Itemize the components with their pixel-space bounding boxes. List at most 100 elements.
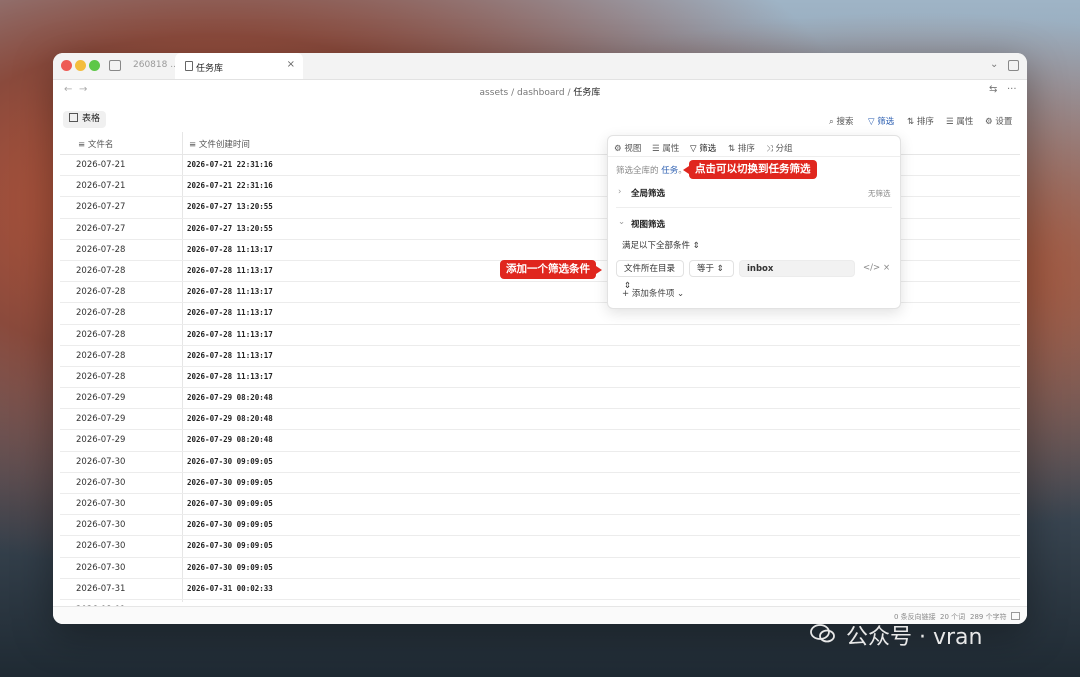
- table-row[interactable]: 2026-07-29 2026-07-29 08:20:48: [60, 409, 1020, 431]
- cell-filename[interactable]: 2026-07-30: [76, 478, 125, 488]
- table-row[interactable]: 2026-07-30 2026-07-30 09:09:05: [60, 558, 1020, 579]
- tab-close-button[interactable]: ×: [287, 59, 295, 70]
- layout-icon[interactable]: [1011, 612, 1020, 620]
- list-icon: ☰: [652, 144, 663, 154]
- view-filter-label[interactable]: 视图筛选: [631, 218, 665, 230]
- cell-filename[interactable]: 2026-07-30: [76, 563, 125, 573]
- table-row[interactable]: 2026-07-29 2026-07-29 08:20:48: [60, 388, 1020, 410]
- sort-button[interactable]: ⇅ 排序: [907, 115, 934, 127]
- table-row[interactable]: 2026-07-29 2026-07-29 08:20:48: [60, 430, 1020, 452]
- column-header-filename[interactable]: ≡ 文件名: [78, 138, 113, 150]
- popover-tab-view[interactable]: ⚙ 视图: [614, 142, 641, 154]
- code-icon[interactable]: </>: [863, 263, 880, 273]
- popover-tab-sort[interactable]: ⇅ 排序: [728, 142, 755, 154]
- filter-scope-link[interactable]: 任务: [661, 166, 678, 176]
- cell-filename[interactable]: 2026-07-27: [76, 202, 125, 212]
- sort-label: 排序: [916, 117, 934, 127]
- chevron-right-icon[interactable]: ›: [618, 187, 621, 197]
- cell-filename[interactable]: 2026-07-21: [76, 181, 125, 191]
- table-row[interactable]: 2026-07-31 2026-07-31 00:02:33: [60, 579, 1020, 600]
- cell-filename[interactable]: 2026-07-21: [76, 160, 125, 170]
- cell-filename[interactable]: 2026-07-30: [76, 520, 125, 530]
- grid-icon: [69, 113, 78, 122]
- cell-filename[interactable]: 2026-07-28: [76, 266, 125, 276]
- condition-field-select[interactable]: 文件所在目录 ⇕: [616, 260, 684, 291]
- chevron-down-icon[interactable]: ⌄: [990, 59, 998, 70]
- wechat-logo-icon: [810, 624, 835, 643]
- cell-filename[interactable]: 2026-07-28: [76, 308, 125, 318]
- cell-created-time: 2026-07-28 11:13:17: [187, 329, 273, 339]
- popover-tab-group[interactable]: ⤨ 分组: [766, 142, 793, 154]
- search-button[interactable]: ⌕ 搜索: [829, 115, 853, 127]
- match-mode-select[interactable]: 满足以下全部条件 ⇕: [622, 239, 700, 251]
- filter-label: 筛选: [877, 117, 895, 127]
- cell-created-time: 2026-07-21 22:31:16: [187, 160, 273, 169]
- settings-button[interactable]: ⚙ 设置: [985, 115, 1012, 127]
- sliders-icon[interactable]: ⇆: [989, 84, 997, 95]
- more-icon[interactable]: ···: [1007, 84, 1017, 95]
- gear-icon: ⚙: [985, 117, 996, 127]
- breadcrumb-current: 任务库: [573, 88, 601, 98]
- breadcrumb-assets[interactable]: assets: [480, 88, 509, 98]
- cell-created-time: 2026-07-21 22:31:16: [187, 181, 273, 191]
- cell-filename[interactable]: 2026-07-27: [76, 224, 125, 234]
- cell-filename[interactable]: 2026-07-29: [76, 393, 125, 403]
- cell-filename[interactable]: 2026-07-30: [76, 457, 125, 467]
- cell-filename[interactable]: 2026-07-28: [76, 245, 125, 255]
- cell-filename[interactable]: 2026-07-30: [76, 499, 125, 509]
- cell-filename[interactable]: 2026-07-30: [76, 541, 125, 551]
- breadcrumb-dashboard[interactable]: dashboard: [517, 88, 565, 98]
- cell-filename[interactable]: 2026-07-29: [76, 435, 125, 445]
- cell-filename[interactable]: 2026-07-28: [76, 351, 125, 361]
- table-row[interactable]: 2026-07-30 2026-07-30 09:09:05: [60, 494, 1020, 516]
- zoom-window-button[interactable]: [89, 60, 100, 71]
- condition-value-input[interactable]: inbox: [739, 260, 855, 277]
- table-row[interactable]: 2026-07-28 2026-07-28 11:13:17: [60, 346, 1020, 367]
- filter-icon: ▽: [868, 117, 878, 127]
- properties-label: 属性: [956, 117, 974, 127]
- remove-condition-button[interactable]: ×: [883, 263, 890, 273]
- tab-inactive[interactable]: 260818 ...: [133, 60, 179, 70]
- divider: [608, 156, 900, 157]
- properties-button[interactable]: ☰ 属性: [946, 115, 973, 127]
- table-row[interactable]: 2026-07-28 2026-07-28 11:13:17: [60, 325, 1020, 346]
- table-row[interactable]: 2026-07-30 2026-07-30 09:09:05: [60, 515, 1020, 537]
- cell-filename[interactable]: 2026-07-28: [76, 330, 125, 340]
- popover-tab-properties[interactable]: ☰ 属性: [652, 142, 679, 154]
- popover-tab-label: 属性: [662, 144, 680, 154]
- gear-icon: ⚙: [614, 144, 625, 154]
- table-row[interactable]: 2026-07-28 2026-07-28 11:13:17: [60, 367, 1020, 389]
- popover-tab-filter[interactable]: ▽ 筛选: [690, 142, 716, 154]
- document-icon: [185, 61, 193, 71]
- popover-tab-label: 视图: [624, 144, 642, 154]
- filter-scope-prefix: 筛选全库的: [616, 166, 659, 176]
- add-condition-button[interactable]: + 添加条件项 ⌄: [622, 287, 684, 299]
- sidebar-toggle-icon[interactable]: [109, 60, 121, 71]
- cell-filename[interactable]: 2026-07-29: [76, 414, 125, 424]
- global-filter-label[interactable]: 全局筛选: [631, 187, 665, 199]
- cell-filename[interactable]: 2026-07-31: [76, 584, 125, 594]
- cell-filename[interactable]: 2026-07-28: [76, 372, 125, 382]
- right-sidebar-toggle-icon[interactable]: [1008, 60, 1019, 71]
- close-window-button[interactable]: [61, 60, 72, 71]
- condition-operator-label: 等于: [697, 264, 715, 274]
- filter-button[interactable]: ▽ 筛选: [868, 115, 894, 127]
- cell-created-time: 2026-07-30 09:09:05: [187, 520, 273, 530]
- condition-operator-select[interactable]: 等于 ⇕: [689, 260, 734, 277]
- view-selector-label: 表格: [82, 114, 101, 124]
- chevron-down-icon[interactable]: ⌄: [618, 217, 625, 227]
- minimize-window-button[interactable]: [75, 60, 86, 71]
- select-caret-icon: ⇕: [714, 264, 724, 274]
- cell-created-time: 2026-07-28 11:13:17: [187, 244, 273, 254]
- callout-switch-hint: 点击可以切换到任务筛选: [683, 160, 817, 179]
- column-header-created[interactable]: ≡ 文件创建时间: [189, 138, 250, 150]
- tab-active[interactable]: 任务库 ×: [175, 53, 303, 79]
- table-row[interactable]: 2026-07-30 2026-07-30 09:09:05: [60, 452, 1020, 473]
- cell-filename[interactable]: 2026-07-28: [76, 287, 125, 297]
- view-selector-button[interactable]: 表格: [63, 111, 107, 128]
- text-lines-icon: ≡: [78, 140, 88, 150]
- cell-created-time: 2026-07-29 08:20:48: [187, 414, 273, 424]
- app-window: 260818 ... 任务库 × ⌄ ← → assets / dashboar…: [53, 53, 1027, 624]
- table-row[interactable]: 2026-07-30 2026-07-30 09:09:05: [60, 536, 1020, 558]
- table-row[interactable]: 2026-07-30 2026-07-30 09:09:05: [60, 473, 1020, 494]
